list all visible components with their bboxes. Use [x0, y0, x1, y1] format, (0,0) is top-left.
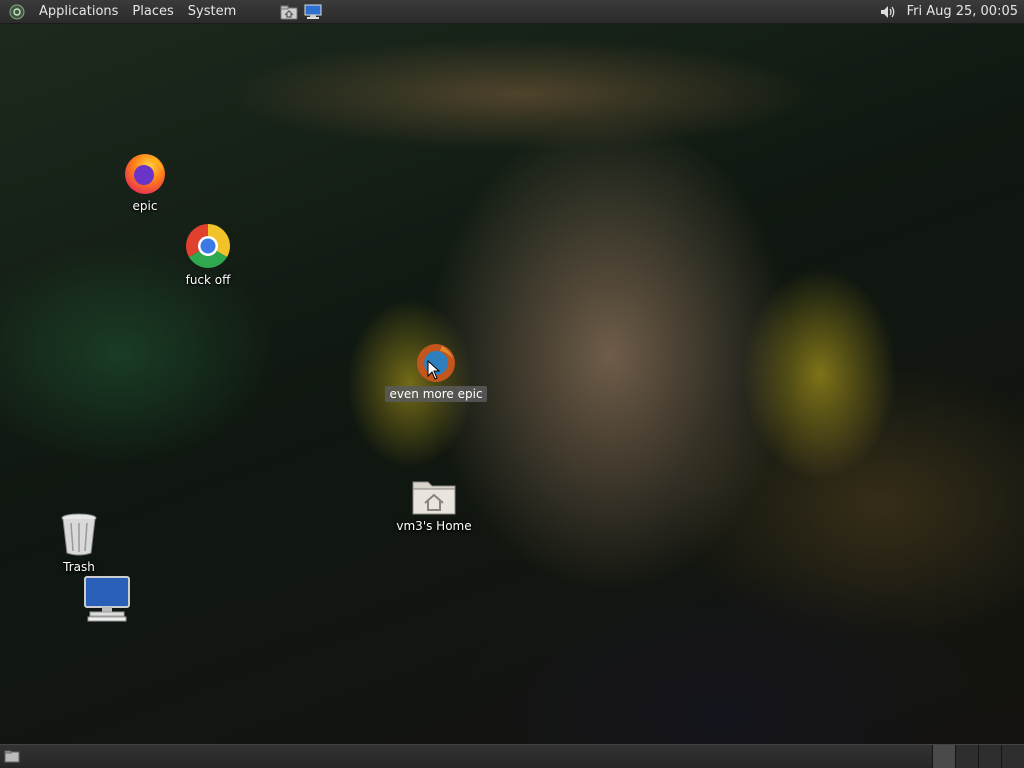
home-folder-launcher-icon[interactable]: [279, 2, 299, 22]
desktop-icon-computer[interactable]: [80, 575, 134, 623]
computer-launcher-icon[interactable]: [303, 2, 323, 22]
workspace-4[interactable]: [1001, 745, 1024, 768]
desktop-icon-trash[interactable]: Trash: [52, 511, 106, 575]
applications-menu[interactable]: Applications: [32, 0, 125, 24]
home-folder-icon: [411, 476, 457, 516]
firefox-icon: [122, 150, 168, 196]
desktop-icon-home[interactable]: vm3's Home: [394, 476, 474, 534]
panel-clock[interactable]: Fri Aug 25, 00:05: [907, 0, 1018, 24]
desktop-icon-chrome[interactable]: fuck off: [173, 222, 243, 288]
chrome-icon: [184, 222, 232, 270]
panel-tray: Fri Aug 25, 00:05: [877, 0, 1024, 24]
bottom-panel: [0, 744, 1024, 768]
computer-icon: [82, 575, 132, 623]
distro-logo-icon[interactable]: [8, 3, 26, 21]
workspace-1[interactable]: [932, 745, 955, 768]
panel-launchers: [275, 2, 323, 22]
trash-icon: [59, 511, 99, 557]
desktop-icon-label: even more epic: [385, 386, 487, 402]
workspace-2[interactable]: [955, 745, 978, 768]
show-desktop-icon[interactable]: [2, 747, 22, 767]
desktop-wallpaper: [0, 24, 1024, 744]
desktop-icon-label: epic: [132, 199, 158, 213]
desktop-icon-epic[interactable]: epic: [116, 150, 174, 214]
places-menu[interactable]: Places: [125, 0, 180, 24]
top-panel: Applications Places System Fri Aug 25, 0…: [0, 0, 1024, 24]
desktop-icon-label: fuck off: [185, 273, 231, 287]
desktop-icon-label: vm3's Home: [396, 519, 472, 533]
volume-icon[interactable]: [877, 2, 899, 22]
system-menu[interactable]: System: [181, 0, 243, 24]
desktop-icon-label: Trash: [63, 560, 95, 574]
mouse-cursor-icon: [427, 360, 441, 380]
workspace-switcher: [932, 745, 1024, 768]
workspace-3[interactable]: [978, 745, 1001, 768]
